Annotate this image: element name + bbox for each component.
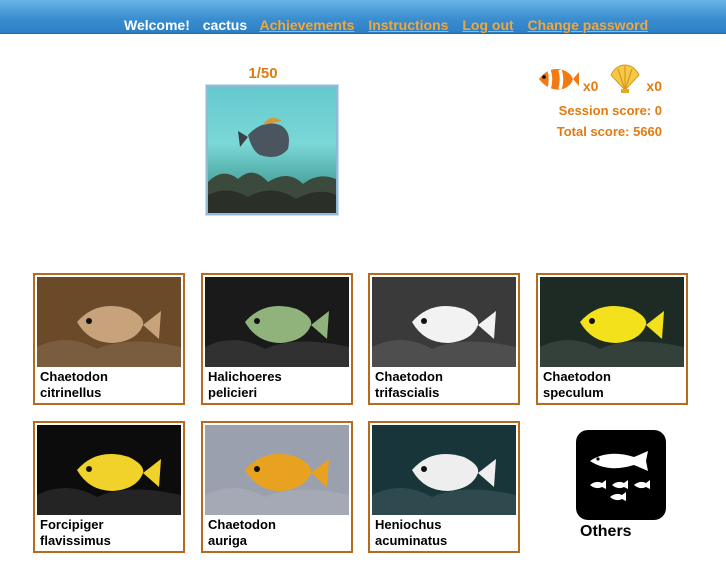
others-button[interactable]: Others: [576, 430, 666, 540]
fish-species-name: Chaetodon citrinellus: [40, 369, 108, 400]
others-label: Others: [580, 523, 632, 540]
fish-photo-thumbnail: [372, 277, 516, 367]
fish-species-name: Halichoeres pelicieri: [208, 369, 282, 400]
fish-choice-card[interactable]: Heniochus acuminatus: [368, 421, 520, 553]
top-navigation-bar: Welcome! cactus Achievements Instruction…: [0, 0, 726, 34]
score-panel: x0 x0 Session score: 0 Total score: 5660: [535, 64, 662, 142]
shell-count: x0: [646, 78, 662, 94]
nav-links: Welcome! cactus Achievements Instruction…: [124, 17, 658, 33]
achievements-link[interactable]: Achievements: [260, 17, 355, 33]
total-score: Total score: 5660: [556, 124, 662, 139]
fish-choice-card[interactable]: Chaetodon speculum: [536, 273, 688, 405]
instructions-link[interactable]: Instructions: [368, 17, 448, 33]
welcome-text: Welcome!: [124, 17, 190, 33]
clownfish-icon: [538, 69, 579, 90]
fish-choice-card[interactable]: Halichoeres pelicieri: [201, 273, 353, 405]
fish-species-name: Heniochus acuminatus: [375, 517, 448, 548]
fish-photo-thumbnail: [205, 277, 349, 367]
fish-photo-thumbnail: [540, 277, 684, 367]
fish-photo-thumbnail: [372, 425, 516, 515]
query-fish-image: [208, 117, 336, 213]
fish-photo-thumbnail: [37, 277, 181, 367]
others-tile[interactable]: [576, 430, 666, 520]
fish-choice-card[interactable]: Chaetodon trifascialis: [368, 273, 520, 405]
fish-photo-thumbnail: [37, 425, 181, 515]
clownfish-count: x0: [582, 78, 599, 94]
fish-choice-card[interactable]: Chaetodon citrinellus: [33, 273, 185, 405]
question-counter: 1/50: [248, 65, 278, 82]
fish-species-name: Chaetodon speculum: [543, 369, 611, 400]
query-fish-photo: [205, 84, 339, 216]
change-password-link[interactable]: Change password: [528, 17, 649, 33]
fish-group-icon: [590, 451, 650, 501]
username: cactus: [202, 17, 248, 33]
logout-link[interactable]: Log out: [462, 17, 513, 33]
fish-photo-thumbnail: [205, 425, 349, 515]
session-score: Session score: 0: [558, 103, 662, 118]
fish-species-name: Forcipiger flavissimus: [40, 517, 111, 548]
lifeline-counts: x0 x0: [535, 64, 662, 94]
fish-choice-card[interactable]: Chaetodon auriga: [201, 421, 353, 553]
fish-species-name: Chaetodon auriga: [208, 517, 276, 548]
fish-species-name: Chaetodon trifascialis: [375, 369, 443, 400]
fish-choice-card[interactable]: Forcipiger flavissimus: [33, 421, 185, 553]
shell-icon: [610, 64, 641, 93]
